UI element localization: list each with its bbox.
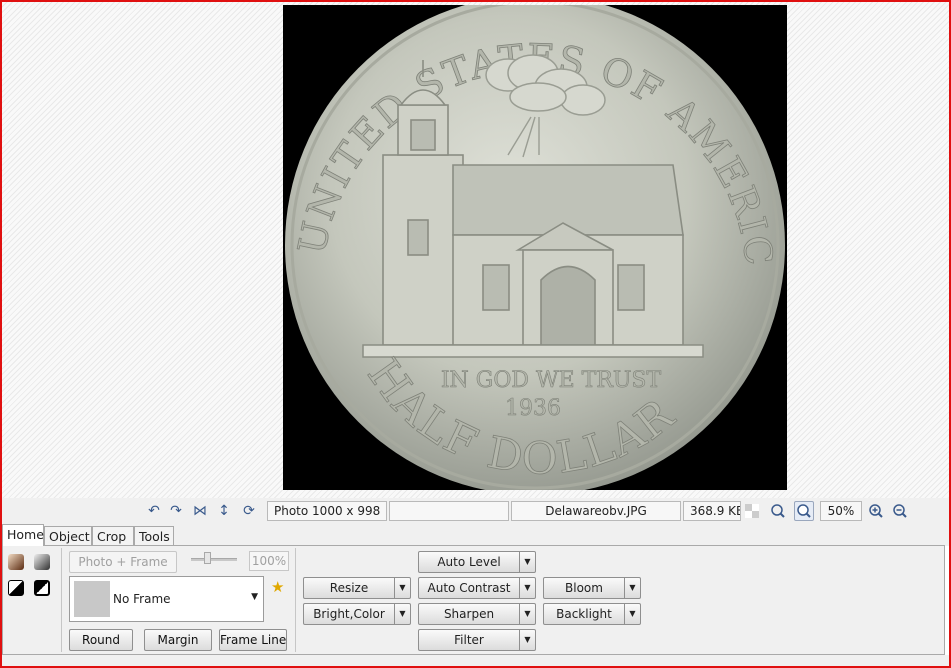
status-bar: ↶ ↷ ⋈ ↕ ⟳ Photo 1000 x 998 Delawareobv.J… (2, 498, 949, 524)
flip-horizontal-icon[interactable]: ⋈ (190, 501, 210, 521)
filename-label: Delawareobv.JPG (511, 501, 681, 521)
photo-view[interactable]: UNITED STATES OF AMERICA (283, 5, 787, 490)
ribbon-panel: Photo + Frame 100% No Frame ▼ ★ Round Ma… (2, 545, 945, 655)
bloom-button[interactable]: Bloom (543, 577, 625, 599)
bright-color-button[interactable]: Bright,Color (303, 603, 395, 625)
round-button[interactable]: Round (69, 629, 133, 651)
filesize-label: 368.9 KB (683, 501, 741, 521)
frame-line-button[interactable]: Frame Line (219, 629, 287, 651)
tab-home[interactable]: Home (2, 524, 44, 546)
sharpen-split: Sharpen ▼ (418, 603, 536, 625)
actual-size-icon[interactable] (768, 501, 788, 521)
zoom-in-icon[interactable] (866, 501, 886, 521)
bloom-dropdown-icon[interactable]: ▼ (625, 577, 641, 599)
auto-contrast-dropdown-icon[interactable]: ▼ (520, 577, 536, 599)
chevron-down-icon: ▼ (251, 592, 258, 602)
frame-dropdown[interactable]: No Frame ▼ (69, 576, 264, 622)
ribbon-tabs: Home Object Crop Tools (2, 524, 949, 546)
sepia-tone-icon[interactable] (8, 554, 24, 570)
ribbon-separator (295, 548, 296, 652)
checkerboard-icon[interactable] (742, 501, 762, 521)
image-canvas[interactable]: UNITED STATES OF AMERICA (2, 2, 949, 498)
resize-split: Resize ▼ (303, 577, 411, 599)
zoom-out-icon[interactable] (890, 501, 910, 521)
grayscale-tone-icon[interactable] (34, 554, 50, 570)
opacity-slider-track[interactable] (191, 558, 237, 561)
auto-level-dropdown-icon[interactable]: ▼ (520, 551, 536, 573)
coin-year: 1936 (505, 396, 561, 421)
auto-level-button[interactable]: Auto Level (418, 551, 520, 573)
black-white-icon[interactable] (8, 580, 24, 596)
bright-color-split: Bright,Color ▼ (303, 603, 411, 625)
opacity-slider-handle[interactable] (204, 552, 211, 564)
status-empty-field (389, 501, 509, 521)
auto-contrast-button[interactable]: Auto Contrast (418, 577, 520, 599)
margin-button[interactable]: Margin (144, 629, 212, 651)
rotate-left-icon[interactable]: ↶ (144, 501, 164, 521)
filter-button[interactable]: Filter (418, 629, 520, 651)
favorite-star-icon[interactable]: ★ (271, 578, 284, 596)
ribbon-bottom-strip (2, 655, 949, 666)
reset-icon[interactable]: ⟳ (239, 501, 259, 521)
coin-motto: IN GOD WE TRUST (441, 368, 662, 393)
photo-frame-button[interactable]: Photo + Frame (69, 551, 177, 573)
coin-image: UNITED STATES OF AMERICA (283, 5, 785, 490)
auto-contrast-split: Auto Contrast ▼ (418, 577, 536, 599)
backlight-dropdown-icon[interactable]: ▼ (625, 603, 641, 625)
backlight-split: Backlight ▼ (543, 603, 641, 625)
zoom-level: 50% (820, 501, 862, 521)
filter-split: Filter ▼ (418, 629, 536, 651)
auto-level-split: Auto Level ▼ (418, 551, 536, 573)
sharpen-button[interactable]: Sharpen (418, 603, 520, 625)
resize-button[interactable]: Resize (303, 577, 395, 599)
tab-tools[interactable]: Tools (134, 526, 174, 546)
bloom-split: Bloom ▼ (543, 577, 641, 599)
ribbon-separator (61, 548, 62, 652)
photo-size-label: Photo 1000 x 998 (267, 501, 387, 521)
rotate-right-icon[interactable]: ↷ (166, 501, 186, 521)
backlight-button[interactable]: Backlight (543, 603, 625, 625)
frame-thumbnail (74, 581, 110, 617)
tab-crop[interactable]: Crop (92, 526, 134, 546)
bright-color-dropdown-icon[interactable]: ▼ (395, 603, 411, 625)
filter-dropdown-icon[interactable]: ▼ (520, 629, 536, 651)
tab-object[interactable]: Object (44, 526, 92, 546)
opacity-value: 100% (249, 551, 289, 571)
resize-dropdown-icon[interactable]: ▼ (395, 577, 411, 599)
sharpen-dropdown-icon[interactable]: ▼ (520, 603, 536, 625)
frame-name: No Frame (113, 592, 171, 606)
negative-icon[interactable] (34, 580, 50, 596)
flip-vertical-icon[interactable]: ↕ (214, 501, 234, 521)
exergue-line (362, 344, 704, 358)
fit-to-window-icon[interactable] (794, 501, 814, 521)
